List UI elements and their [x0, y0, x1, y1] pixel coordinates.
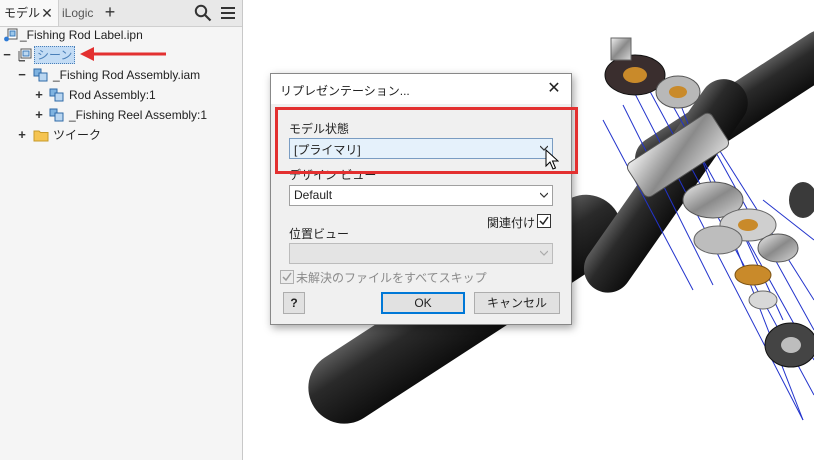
- checkbox-icon: [282, 272, 292, 282]
- help-button[interactable]: ?: [283, 292, 305, 314]
- search-icon[interactable]: [194, 4, 212, 22]
- checkbox-icon: [539, 216, 549, 226]
- tree-scene-label: シーン: [34, 46, 76, 64]
- dialog-title: リプレゼンテーション...: [280, 84, 410, 98]
- tab-ilogic[interactable]: iLogic: [62, 0, 93, 26]
- annotation-arrow-icon: [80, 47, 166, 61]
- tab-model-label: モデル: [4, 6, 41, 20]
- expand-toggle[interactable]: +: [34, 105, 44, 125]
- design-view-value: Default: [294, 188, 333, 202]
- tree-node-root[interactable]: _Fishing Rod Label.ipn: [0, 25, 242, 45]
- ok-button[interactable]: OK: [381, 292, 465, 314]
- annotation-highlight-box: [275, 107, 578, 174]
- cancel-button[interactable]: キャンセル: [474, 292, 560, 314]
- collapse-toggle[interactable]: −: [2, 45, 12, 65]
- assembly-icon: [49, 88, 64, 102]
- dialog-title-bar[interactable]: リプレゼンテーション... ✕: [271, 74, 571, 104]
- chevron-down-icon: [540, 192, 548, 198]
- tree-reel-label: _Fishing Reel Assembly:1: [69, 108, 208, 122]
- tree-root-label: _Fishing Rod Label.ipn: [20, 28, 143, 42]
- design-view-dropdown[interactable]: Default: [289, 185, 553, 206]
- scene-icon: [18, 48, 32, 62]
- tree-assembly-label: _Fishing Rod Assembly.iam: [53, 68, 201, 82]
- tree-node-rod[interactable]: + Rod Assembly:1: [0, 85, 242, 105]
- presentation-file-icon: [4, 28, 18, 42]
- add-tab-button[interactable]: +: [102, 0, 118, 26]
- associative-label: 関連付け: [487, 216, 536, 230]
- tab-close-icon[interactable]: ✕: [40, 0, 54, 26]
- tree-node-tweaks[interactable]: + ツイーク: [0, 125, 242, 145]
- close-icon[interactable]: ✕: [545, 80, 563, 98]
- skip-unresolved-checkbox[interactable]: [280, 270, 294, 284]
- folder-icon: [33, 130, 49, 142]
- positional-view-dropdown[interactable]: [289, 243, 553, 264]
- tree-node-assembly[interactable]: − _Fishing Rod Assembly.iam: [0, 65, 242, 85]
- assembly-icon: [49, 108, 64, 122]
- tab-model[interactable]: モデル ✕: [0, 0, 59, 26]
- associative-checkbox[interactable]: [537, 214, 551, 228]
- assembly-icon: [33, 68, 48, 82]
- expand-toggle[interactable]: +: [34, 85, 44, 105]
- tree-rod-label: Rod Assembly:1: [69, 88, 156, 102]
- expand-toggle[interactable]: +: [17, 125, 27, 145]
- browser-tab-bar: モデル ✕ iLogic +: [0, 0, 242, 27]
- model-browser-panel: モデル ✕ iLogic + _Fishing Rod Label.ipn −: [0, 0, 243, 460]
- mouse-cursor-icon: [545, 149, 559, 170]
- tree-node-reel[interactable]: + _Fishing Reel Assembly:1: [0, 105, 242, 125]
- chevron-down-icon: [540, 250, 548, 256]
- tree-tweaks-label: ツイーク: [53, 128, 102, 142]
- skip-unresolved-label: 未解決のファイルをすべてスキップ: [296, 271, 487, 285]
- collapse-toggle[interactable]: −: [17, 65, 27, 85]
- positional-view-label: 位置ビュー: [289, 227, 350, 241]
- menu-icon[interactable]: [220, 5, 236, 21]
